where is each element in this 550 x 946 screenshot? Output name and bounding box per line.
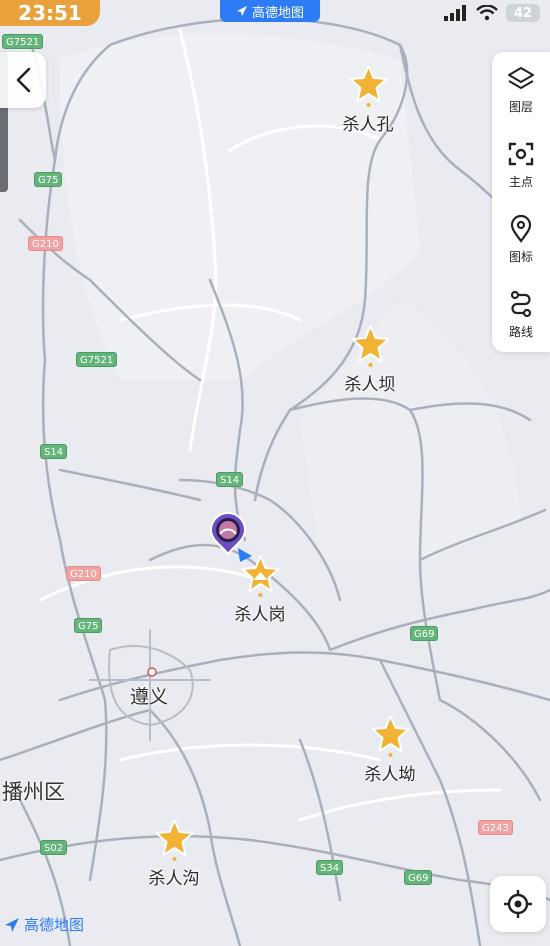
- road-shield: G243: [478, 820, 513, 835]
- app-indicator: 高德地图: [220, 0, 320, 22]
- scenic-spot-icon: [241, 555, 279, 597]
- marker-button[interactable]: 图标: [492, 202, 550, 277]
- locate-me-button[interactable]: [490, 876, 546, 932]
- road-shield: S14: [40, 444, 68, 459]
- road-shield: S02: [40, 840, 68, 855]
- user-location-avatar[interactable]: [208, 510, 248, 560]
- tool-label: 图标: [508, 250, 533, 264]
- road-shield: S14: [216, 472, 244, 487]
- map-watermark: 高德地图: [4, 914, 84, 935]
- road-shield: G69: [404, 870, 433, 885]
- tool-label: 路线: [508, 325, 533, 339]
- star-icon: [349, 65, 387, 107]
- avatar-pin-icon: [209, 512, 247, 556]
- layers-button[interactable]: 图层: [492, 52, 550, 127]
- tool-label: 图层: [508, 100, 533, 114]
- tool-label: 主点: [508, 175, 533, 189]
- road-shield: G210: [28, 236, 63, 251]
- signal-icon: [444, 5, 466, 21]
- star-icon: [351, 325, 389, 367]
- navigation-arrow-icon: [236, 6, 247, 16]
- crosshair-icon: [504, 890, 532, 918]
- road-shield: S34: [316, 860, 344, 875]
- road-shield: G69: [410, 626, 439, 641]
- map-toolbar: 图层 主点 图标 路线: [492, 52, 550, 352]
- wifi-icon: [476, 5, 498, 21]
- poi-label: 杀人沟: [148, 869, 200, 889]
- poi-marker[interactable]: 杀人孔: [343, 64, 394, 135]
- status-time: 23:51: [0, 0, 100, 26]
- status-icons: 42: [444, 4, 540, 22]
- poi-label: 杀人岗: [234, 605, 286, 625]
- city-label: 遵义: [130, 686, 169, 708]
- watermark-text: 高德地图: [24, 916, 85, 934]
- layers-icon: [508, 67, 534, 89]
- poi-marker[interactable]: 杀人岗: [235, 554, 286, 625]
- star-icon: [155, 819, 193, 861]
- poi-label: 杀人坝: [344, 375, 396, 395]
- poi-label: 杀人坳: [364, 765, 416, 785]
- battery-indicator: 42: [506, 4, 540, 22]
- poi-marker[interactable]: 杀人坝: [345, 324, 396, 395]
- main-point-button[interactable]: 主点: [492, 127, 550, 202]
- road-shield: G7521: [76, 352, 118, 367]
- road-shield: G7521: [2, 34, 44, 49]
- route-button[interactable]: 路线: [492, 277, 550, 352]
- road-shield: G210: [66, 566, 101, 581]
- pin-icon: [510, 214, 532, 243]
- district-label: 播州区: [2, 780, 65, 804]
- poi-label: 杀人孔: [342, 115, 394, 135]
- navigation-arrow-icon: [5, 917, 19, 932]
- route-icon: [510, 290, 532, 318]
- scan-icon: [508, 142, 534, 166]
- road-shield: G75: [34, 172, 63, 187]
- poi-marker[interactable]: 杀人坳: [365, 714, 416, 785]
- back-button[interactable]: [0, 52, 46, 108]
- road-shield: G75: [74, 618, 103, 633]
- chevron-left-icon: [16, 67, 31, 93]
- star-icon: [371, 715, 409, 757]
- app-name: 高德地图: [251, 5, 304, 21]
- poi-marker[interactable]: 杀人沟: [149, 818, 200, 889]
- map-canvas[interactable]: [0, 0, 550, 946]
